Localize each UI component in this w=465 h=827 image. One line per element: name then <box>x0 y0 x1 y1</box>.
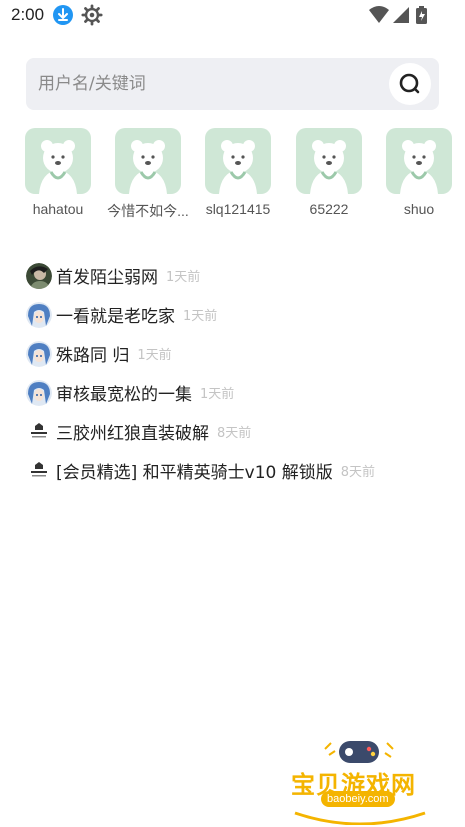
avatar <box>26 301 52 328</box>
post-title: 三胶州红狼直装破解 <box>56 424 209 444</box>
watermark-logo: 宝贝游戏网 baobeiy.com <box>285 735 435 825</box>
user-name: 今惜不如今... <box>107 203 189 219</box>
avatar <box>386 128 452 194</box>
avatar <box>25 128 91 194</box>
user-name: 65222 <box>309 201 349 217</box>
signal-icon <box>393 7 409 23</box>
battery-icon <box>416 6 427 24</box>
user-item[interactable]: shuo <box>382 128 456 217</box>
user-name: slq121415 <box>205 201 271 217</box>
search-input[interactable] <box>38 71 368 97</box>
post-time: 1天前 <box>166 270 201 285</box>
status-bar: 2:00 <box>0 0 465 32</box>
avatar <box>296 128 362 194</box>
user-name: shuo <box>403 201 435 217</box>
post-time: 1天前 <box>183 309 218 324</box>
list-item[interactable]: 首发陌尘弱网 1天前 <box>26 256 456 295</box>
user-name: hahatou <box>32 201 84 217</box>
list-item[interactable]: 三胶州红狼直装破解 8天前 <box>26 412 456 451</box>
list-item[interactable]: 殊路同 归 1天前 <box>26 334 456 373</box>
user-list: hahatou 今惜不如今... slq121415 65222 shuo <box>0 128 465 223</box>
watermark-url: baobeiy.com <box>321 791 395 807</box>
user-item[interactable]: 今惜不如今... <box>107 128 189 221</box>
status-time: 2:00 <box>11 5 45 24</box>
logo-avatar <box>26 457 52 484</box>
post-title: 一看就是老吃家 <box>56 307 175 327</box>
post-title: 首发陌尘弱网 <box>56 268 158 288</box>
search-button[interactable] <box>389 63 431 105</box>
wifi-icon <box>369 6 389 23</box>
user-item[interactable]: hahatou <box>21 128 95 217</box>
download-icon <box>53 5 73 25</box>
search-box <box>26 58 439 110</box>
status-icons <box>369 5 431 25</box>
post-list: 首发陌尘弱网 1天前 一看就是老吃家 1天前 殊路同 归 1天前 审核最宽松的一… <box>26 256 456 490</box>
logo-avatar <box>26 418 52 445</box>
list-item[interactable]: 一看就是老吃家 1天前 <box>26 295 456 334</box>
user-item[interactable]: 65222 <box>292 128 366 217</box>
avatar <box>26 340 52 367</box>
post-title: [会员精选] 和平精英骑士v10 解锁版 <box>56 463 333 483</box>
avatar <box>205 128 271 194</box>
post-time: 1天前 <box>200 387 235 402</box>
gear-icon <box>81 4 103 26</box>
post-time: 8天前 <box>217 426 252 441</box>
post-time: 8天前 <box>340 465 376 480</box>
post-title: 殊路同 归 <box>56 346 130 366</box>
avatar <box>26 379 52 406</box>
search-icon <box>399 73 420 94</box>
avatar <box>115 128 181 194</box>
post-title: 审核最宽松的一集 <box>56 385 192 405</box>
list-item[interactable]: [会员精选] 和平精英骑士v10 解锁版 8天前 <box>26 451 456 490</box>
user-item[interactable]: slq121415 <box>201 128 275 217</box>
post-time: 1天前 <box>137 348 172 363</box>
list-item[interactable]: 审核最宽松的一集 1天前 <box>26 373 456 412</box>
avatar <box>26 262 52 289</box>
